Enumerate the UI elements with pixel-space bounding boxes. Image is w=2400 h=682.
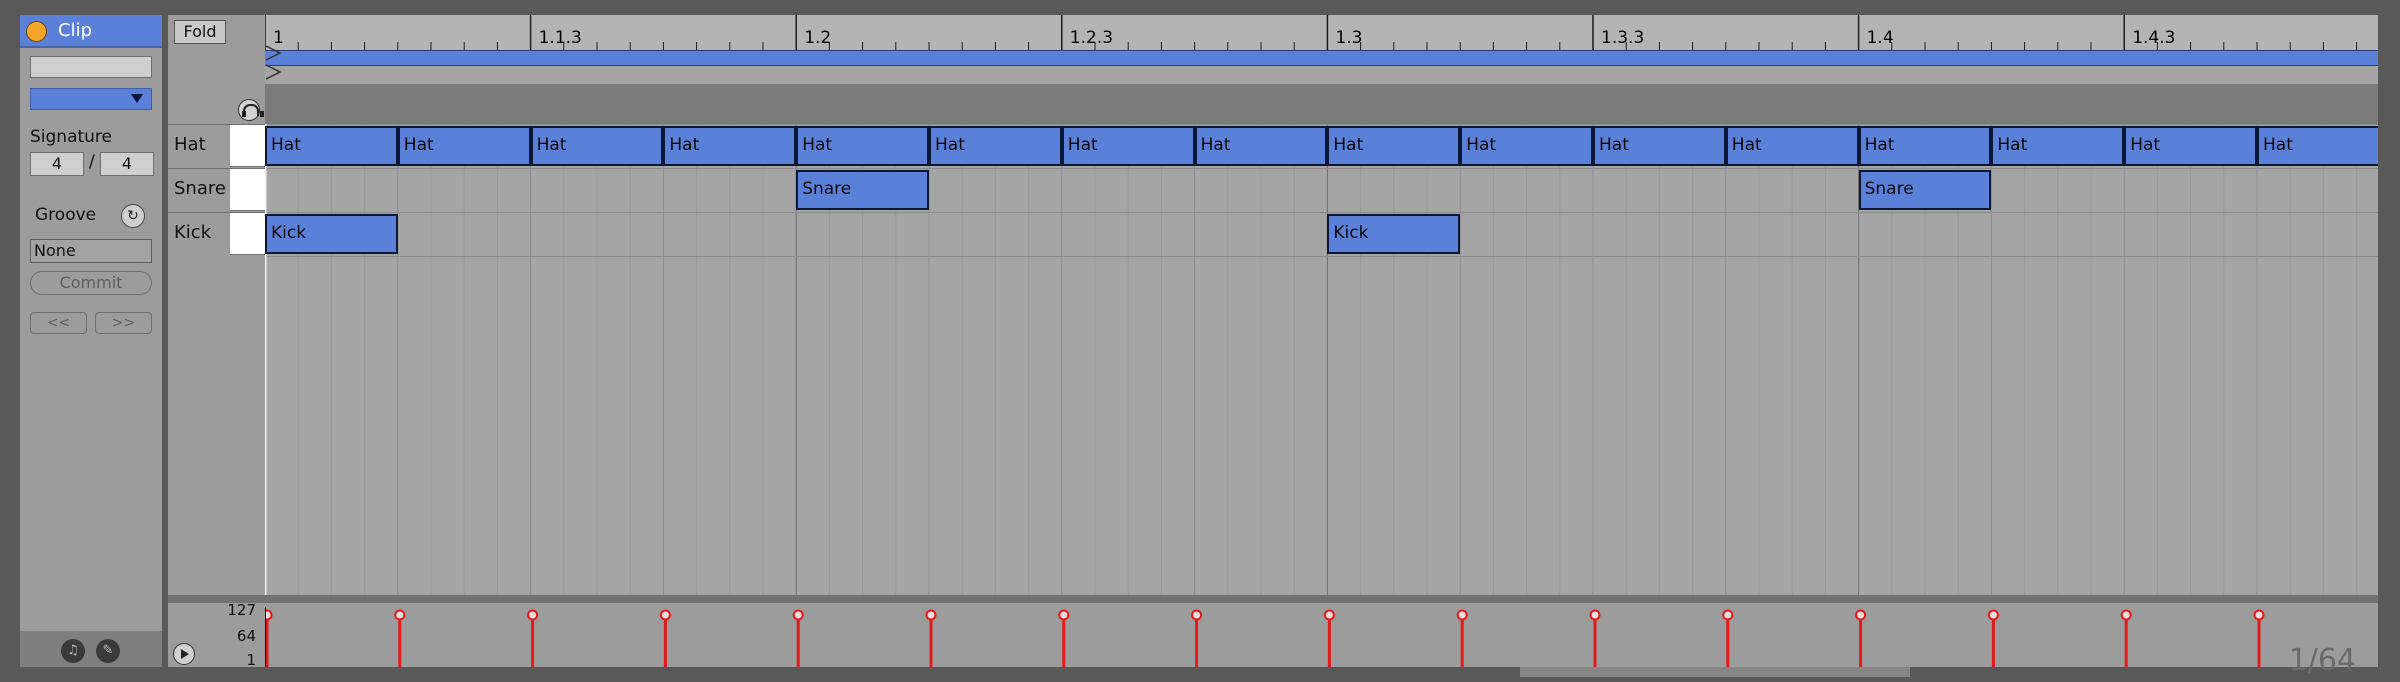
pencil-icon[interactable]: ✎ [96, 639, 120, 663]
midi-note[interactable]: Hat [796, 126, 929, 166]
drum-pad-key[interactable] [230, 125, 265, 167]
ruler-ticks: 1 1.1.3 1.2 1.2.3 1.3 1.3.3 1.4 1.4.3 [265, 15, 2358, 80]
midi-note[interactable]: Hat [1460, 126, 1593, 166]
velocity-handle[interactable] [1323, 609, 1335, 621]
row-separator [168, 168, 265, 169]
midi-note[interactable]: Hat [1327, 126, 1461, 166]
velocity-handle[interactable] [1589, 609, 1601, 621]
velocity-handle[interactable] [792, 609, 804, 621]
commit-button[interactable]: Commit [30, 271, 152, 295]
velocity-editor[interactable]: 127 64 1 1/64 [168, 601, 2378, 678]
previous-button[interactable]: << [30, 312, 87, 334]
row-separator [168, 212, 265, 213]
ruler-label: 1.4.3 [2132, 28, 2175, 48]
midi-note[interactable]: Hat [530, 126, 664, 166]
midi-note[interactable]: Snare [1858, 170, 1992, 210]
midi-note-editor: Fold 1 1.1.3 1.2 1.2.3 1.3 1.3.3 1.4 1.4.3 Hat S… [168, 15, 2378, 678]
note-grid[interactable]: Hat Hat Hat Hat Hat Hat Hat Hat Hat Hat Hat Hat Hat H… [265, 124, 2378, 595]
ruler-label: 1.3 [1335, 28, 1362, 48]
clip-activator-button[interactable] [26, 21, 47, 42]
chevron-down-icon [131, 94, 143, 103]
velocity-handle[interactable] [2253, 609, 2265, 621]
row-label-hat[interactable]: Hat [174, 134, 206, 155]
drum-rack-key-lane: Hat Snare Kick [168, 124, 265, 255]
ruler-label: 1.3.3 [1601, 28, 1644, 48]
velocity-handle[interactable] [527, 609, 539, 621]
ruler-label: 1.2.3 [1070, 28, 1113, 48]
clip-name-field[interactable] [30, 56, 152, 78]
horizontal-scrollbar[interactable] [1520, 667, 1910, 677]
midi-note[interactable]: Hat [397, 126, 531, 166]
midi-note[interactable]: Hat [1725, 126, 1859, 166]
ruler-label: 1.4 [1867, 28, 1894, 48]
velocity-handle[interactable] [1855, 609, 1867, 621]
clip-color-dropdown[interactable] [30, 88, 152, 110]
midi-note[interactable]: Hat [663, 126, 797, 166]
next-button[interactable]: >> [95, 312, 152, 334]
midi-note[interactable]: Kick [1327, 214, 1461, 254]
midi-note[interactable]: Hat [1593, 126, 1726, 166]
play-icon[interactable] [173, 643, 195, 665]
velocity-scale-min: 1 [246, 651, 256, 669]
velocity-handle[interactable] [2120, 609, 2132, 621]
velocity-handle[interactable] [1058, 609, 1070, 621]
groove-select[interactable]: None [30, 239, 152, 263]
grid-lines [265, 124, 2378, 595]
row-label-kick[interactable]: Kick [174, 222, 211, 243]
midi-note[interactable]: Hat [929, 126, 1062, 166]
velocity-scale-max: 127 [227, 601, 256, 619]
velocity-lane-divider[interactable] [168, 595, 2378, 603]
velocity-handle[interactable] [659, 609, 671, 621]
ruler-label: 1.1.3 [539, 28, 582, 48]
midi-note[interactable]: Kick [265, 214, 398, 254]
fold-button[interactable]: Fold [174, 20, 226, 44]
signature-numerator-field[interactable]: 4 [30, 152, 84, 176]
signature-slash: / [89, 152, 95, 172]
midi-note[interactable]: Hat [1991, 126, 2125, 166]
velocity-handle[interactable] [1987, 609, 1999, 621]
velocity-handle[interactable] [925, 609, 937, 621]
headphones-icon[interactable] [238, 99, 264, 121]
midi-note[interactable]: Snare [796, 170, 929, 210]
midi-note[interactable]: Hat [1061, 126, 1195, 166]
timeline-header: 1 1.1.3 1.2 1.2.3 1.3 1.3.3 1.4 1.4.3 [265, 15, 2378, 124]
page-indicator: 1/64 [2288, 643, 2356, 678]
clip-panel-footer: ♫ ✎ [20, 631, 162, 667]
signature-label: Signature [30, 127, 113, 147]
drum-pad-key[interactable] [230, 213, 265, 255]
midi-note[interactable]: Hat [2124, 126, 2257, 166]
signature-denominator-field[interactable]: 4 [100, 152, 154, 176]
loop-marker-flag[interactable] [265, 64, 282, 80]
groove-hotswap-icon[interactable]: ↻ [121, 204, 145, 228]
clip-panel: Clip Signature 4 / 4 Groove ↻ None Commi… [20, 15, 162, 667]
ruler-label: 1.2 [804, 28, 831, 48]
velocity-handle[interactable] [1191, 609, 1203, 621]
velocity-handle[interactable] [1456, 609, 1468, 621]
note-icon[interactable]: ♫ [61, 639, 85, 663]
velocity-handle[interactable] [1722, 609, 1734, 621]
drum-pad-key[interactable] [230, 169, 265, 211]
velocity-handle[interactable] [394, 609, 406, 621]
groove-label: Groove [35, 205, 97, 225]
midi-note[interactable]: Hat [2257, 126, 2378, 166]
ruler-label: 1 [273, 28, 284, 48]
velocity-scale-mid: 64 [236, 627, 256, 645]
loop-marker-flag[interactable] [265, 45, 282, 61]
row-separator [168, 124, 265, 125]
velocity-markers [265, 607, 2265, 667]
row-label-snare[interactable]: Snare [174, 178, 226, 199]
clip-header[interactable]: Clip [20, 15, 162, 48]
midi-note[interactable]: Hat [1858, 126, 1992, 166]
midi-note[interactable]: Hat [265, 126, 398, 166]
clip-title: Clip [58, 20, 92, 41]
midi-note[interactable]: Hat [1194, 126, 1328, 166]
